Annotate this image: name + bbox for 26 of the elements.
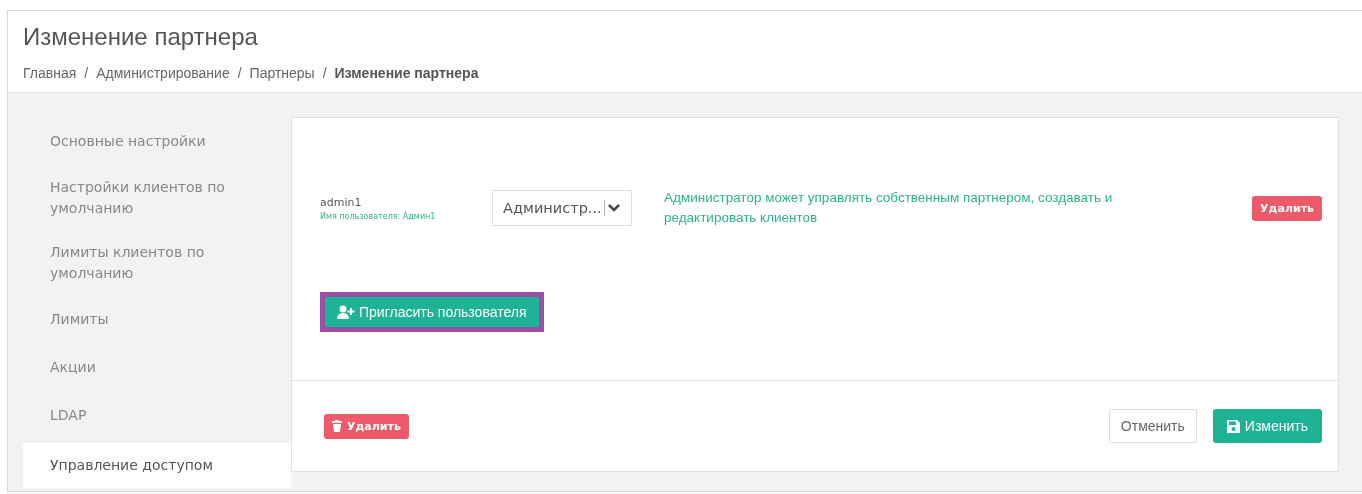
breadcrumb-link[interactable]: Главная <box>23 65 77 81</box>
sidebar-item[interactable]: Основные настройки <box>23 119 291 164</box>
breadcrumb-separator: / <box>84 65 89 81</box>
role-select[interactable]: Администр... <box>492 190 632 226</box>
breadcrumb-separator: / <box>237 65 242 81</box>
delete-button[interactable]: Удалить <box>324 413 409 439</box>
user-login: admin1 <box>320 195 363 209</box>
sidebar-item[interactable]: Лимиты клиентов по умолчанию <box>23 232 291 294</box>
sidebar-item[interactable]: Акции <box>23 345 291 390</box>
page-title: Изменение партнера <box>23 23 259 51</box>
breadcrumb-separator: / <box>322 65 327 81</box>
breadcrumb-link[interactable]: Партнеры <box>249 65 315 81</box>
chevron-down-icon <box>607 203 621 213</box>
trash-icon <box>332 420 342 432</box>
sidebar-item[interactable]: Настройки клиентов по умолчанию <box>23 167 291 229</box>
invite-user-button[interactable]: Пригласить пользователя <box>325 297 539 327</box>
save-button[interactable]: Изменить <box>1212 409 1322 443</box>
delete-button[interactable]: Удалить <box>1252 195 1322 221</box>
breadcrumb-link[interactable]: Администрирование <box>96 65 230 81</box>
user-name: Имя пользователя: Админ1 <box>320 211 437 221</box>
role-description: Администратор может управлять собственным партнером, создавать и редактировать клиентов <box>664 189 1114 227</box>
sidebar-item[interactable]: Лимиты <box>23 297 291 342</box>
add-user-icon <box>337 305 355 319</box>
cancel-button[interactable]: Отменить <box>1108 409 1197 443</box>
sidebar-item[interactable]: Управление доступом <box>23 443 291 488</box>
sidebar-item[interactable]: LDAP <box>23 393 291 438</box>
